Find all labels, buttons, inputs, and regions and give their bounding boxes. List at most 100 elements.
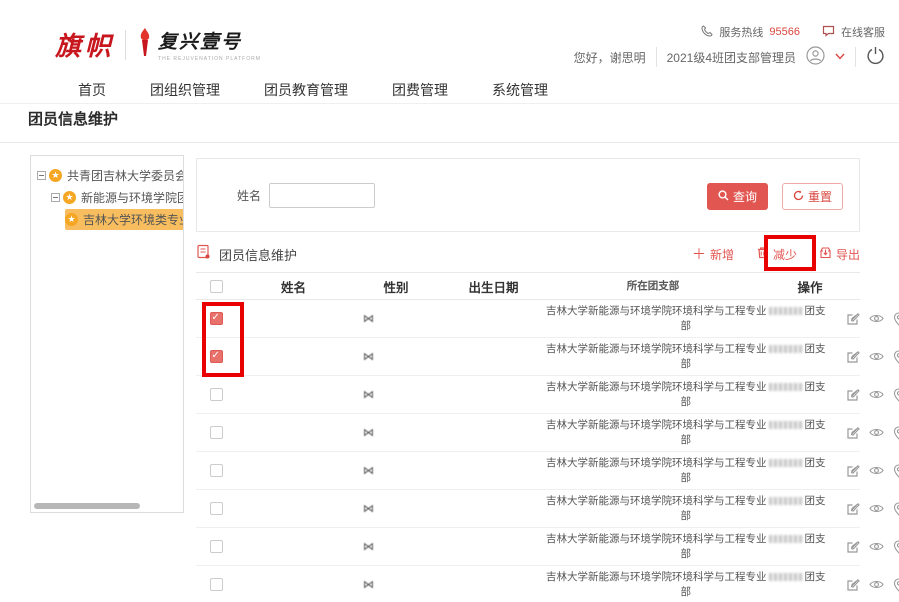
tree-item-env-major-branch[interactable]: ★吉林大学环境类专业 (37, 208, 183, 230)
location-icon[interactable] (893, 578, 899, 592)
table-section-head: 团员信息维护 ＋ 新增 减少 导出 (196, 240, 860, 268)
section-title: 团员信息维护 (219, 245, 297, 264)
location-icon[interactable] (893, 312, 899, 326)
location-icon[interactable] (893, 464, 899, 478)
cell-operations (826, 350, 899, 364)
select-all-checkbox[interactable] (210, 280, 223, 293)
table-body: ⋈ 吉林大学新能源与环境学院环境科学与工程专业团支部 ⋈ 吉林大学新能源与环境学院环境… (196, 300, 860, 602)
cell-operations (826, 578, 899, 592)
location-icon[interactable] (893, 388, 899, 402)
redacted-class-id (769, 307, 803, 315)
trash-icon (756, 246, 769, 262)
remove-button[interactable]: 减少 (756, 246, 797, 263)
location-icon[interactable] (893, 502, 899, 516)
edit-icon[interactable] (846, 464, 860, 478)
location-icon[interactable] (893, 540, 899, 554)
tree-item-label: 新能源与环境学院团委 (79, 187, 184, 208)
refresh-icon (793, 190, 804, 204)
org-tree-panel: ★共青团吉林大学委员会★新能源与环境学院团委★吉林大学环境类专业 (30, 155, 184, 513)
reset-button[interactable]: 重置 (782, 183, 843, 210)
row-checkbox[interactable] (210, 350, 223, 363)
redacted-glyph: ⋈ (363, 464, 374, 477)
org-tree: ★共青团吉林大学委员会★新能源与环境学院团委★吉林大学环境类专业 (31, 156, 183, 230)
page-root: 旗帜 复兴壹号 THE REJUVENATION PLATFORM 服务热线 9… (0, 0, 899, 602)
star-badge-icon: ★ (65, 213, 78, 226)
edit-icon[interactable] (846, 578, 860, 592)
cell-gender-redacted: ⋈ (351, 388, 441, 401)
table-row: ⋈ 吉林大学新能源与环境学院环境科学与工程专业团支部 (196, 376, 860, 414)
cell-org-branch: 吉林大学新能源与环境学院环境科学与工程专业团支部 (546, 418, 826, 448)
redacted-glyph: ⋈ (363, 426, 374, 439)
view-icon[interactable] (869, 541, 884, 552)
search-icon (718, 190, 729, 204)
star-badge-icon: ★ (49, 169, 62, 182)
tree-item-label: 吉林大学环境类专业 (81, 209, 184, 230)
edit-icon[interactable] (846, 502, 860, 516)
cell-gender-redacted: ⋈ (351, 502, 441, 515)
hotline-label: 服务热线 (719, 24, 763, 40)
edit-icon[interactable] (846, 540, 860, 554)
row-checkbox[interactable] (210, 464, 223, 477)
row-checkbox[interactable] (210, 540, 223, 553)
nav-item-sys-mgmt[interactable]: 系统管理 (492, 80, 548, 100)
tree-item-college-committee[interactable]: ★新能源与环境学院团委 (37, 186, 183, 208)
add-button[interactable]: ＋ 新增 (692, 246, 734, 263)
table-row: ⋈ 吉林大学新能源与环境学院环境科学与工程专业团支部 (196, 414, 860, 452)
header-org: 所在团支部 (546, 279, 760, 294)
cell-gender-redacted: ⋈ (351, 426, 441, 439)
redacted-class-id (769, 535, 803, 543)
edit-icon[interactable] (846, 388, 860, 402)
row-checkbox[interactable] (210, 312, 223, 325)
divider (855, 47, 856, 67)
query-button[interactable]: 查询 (707, 183, 768, 210)
document-icon (196, 244, 211, 264)
cell-operations (826, 312, 899, 326)
row-checkbox[interactable] (210, 578, 223, 591)
view-icon[interactable] (869, 351, 884, 362)
collapse-icon[interactable] (51, 193, 60, 202)
row-checkbox[interactable] (210, 388, 223, 401)
cell-org-branch: 吉林大学新能源与环境学院环境科学与工程专业团支部 (546, 532, 826, 562)
redacted-class-id (769, 573, 803, 581)
tree-item-jlu-committee[interactable]: ★共青团吉林大学委员会 (37, 164, 183, 186)
online-service-link[interactable]: 在线客服 (841, 24, 885, 40)
tree-horizontal-scrollbar[interactable] (34, 503, 140, 509)
nav-item-member-edu-mgmt[interactable]: 团员教育管理 (264, 80, 348, 100)
logout-power-icon[interactable] (866, 46, 885, 68)
redacted-glyph: ⋈ (363, 388, 374, 401)
edit-icon[interactable] (846, 350, 860, 364)
view-icon[interactable] (869, 465, 884, 476)
greeting-text: 您好，谢思明 (574, 49, 646, 66)
chevron-down-icon[interactable] (835, 52, 845, 62)
cell-org-branch: 吉林大学新能源与环境学院环境科学与工程专业团支部 (546, 380, 826, 410)
header-dob: 出生日期 (441, 277, 546, 296)
page-title: 团员信息维护 (28, 108, 118, 129)
view-icon[interactable] (869, 503, 884, 514)
edit-icon[interactable] (846, 312, 860, 326)
view-icon[interactable] (869, 313, 884, 324)
edit-icon[interactable] (846, 426, 860, 440)
cell-operations (826, 388, 899, 402)
name-search-input[interactable] (269, 183, 375, 208)
location-icon[interactable] (893, 426, 899, 440)
row-checkbox[interactable] (210, 426, 223, 439)
members-table: 姓名 性别 出生日期 所在团支部 操作 ⋈吉林大学新能源与环境学院环境科学与工程… (196, 272, 860, 602)
cell-org-branch: 吉林大学新能源与环境学院环境科学与工程专业团支部 (546, 456, 826, 486)
phone-icon (701, 25, 713, 40)
view-icon[interactable] (869, 579, 884, 590)
cell-gender-redacted: ⋈ (351, 464, 441, 477)
export-button[interactable]: 导出 (819, 246, 860, 263)
logo-subtitle: THE REJUVENATION PLATFORM (158, 56, 261, 62)
nav-item-home[interactable]: 首页 (78, 80, 106, 100)
row-checkbox[interactable] (210, 502, 223, 515)
collapse-icon[interactable] (37, 171, 46, 180)
user-avatar-icon[interactable] (806, 46, 825, 68)
table-row: ⋈吉林大学新能源与环境学院环境科学与工程专业团支部 (196, 338, 860, 376)
view-icon[interactable] (869, 427, 884, 438)
location-icon[interactable] (893, 350, 899, 364)
view-icon[interactable] (869, 389, 884, 400)
star-badge-icon: ★ (63, 191, 76, 204)
header-gender: 性别 (351, 277, 441, 296)
nav-item-org-mgmt[interactable]: 团组织管理 (150, 80, 220, 100)
nav-item-fee-mgmt[interactable]: 团费管理 (392, 80, 448, 100)
